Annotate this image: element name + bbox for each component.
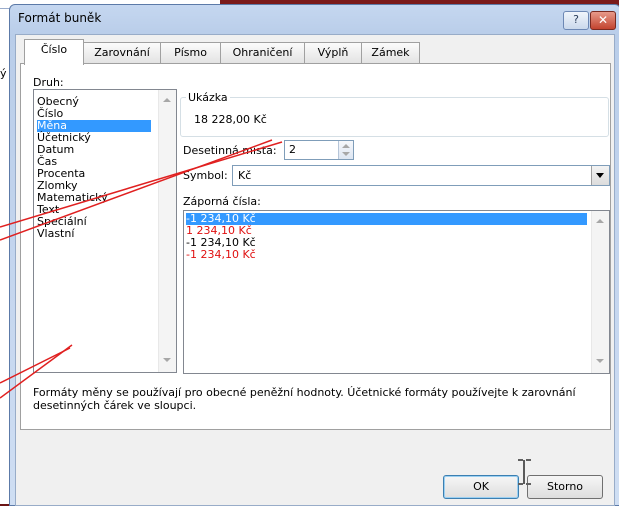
annotation-arrow-line xyxy=(0,141,283,228)
annotation-arrow-line xyxy=(0,139,273,241)
tab-number[interactable]: Číslo xyxy=(24,39,84,65)
text-cursor-icon xyxy=(518,459,531,485)
tab-number-label: Číslo xyxy=(40,43,68,56)
annotation-overlay xyxy=(0,139,283,399)
annotation-arrow-line xyxy=(0,347,71,384)
